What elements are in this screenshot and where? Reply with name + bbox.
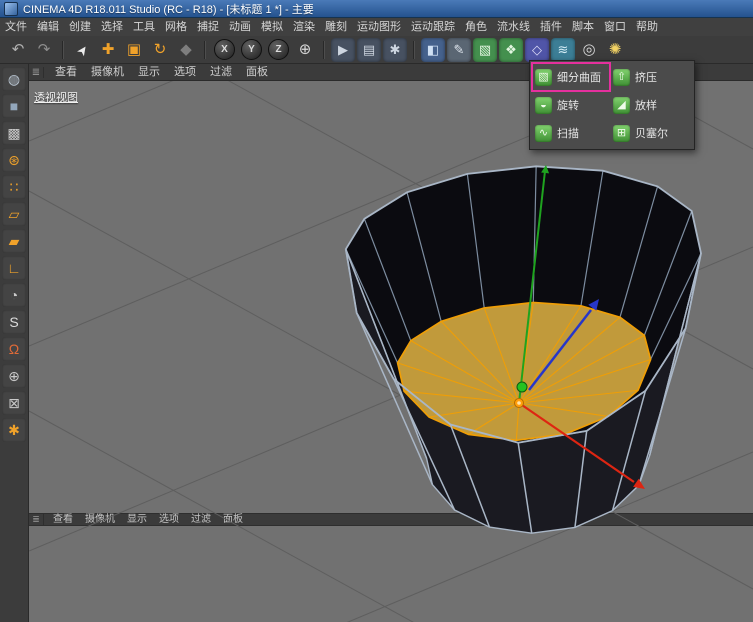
workplane-snap-icon[interactable]: ⊕ <box>2 364 26 388</box>
scale-tool-icon[interactable]: ▣ <box>122 38 146 62</box>
menu-bar: 文件 编辑 创建 选择 工具 网格 捕捉 动画 模拟 渲染 雕刻 运动图形 运动… <box>0 18 753 37</box>
viewport-menu-item[interactable]: 查看 <box>48 64 84 81</box>
loft-icon: ◢ <box>613 97 630 114</box>
undo-icon[interactable]: ↶ <box>6 38 30 62</box>
dropdown-item-label: 细分曲面 <box>557 69 601 85</box>
menu-item[interactable]: 雕刻 <box>320 18 352 36</box>
recent-tool-icon[interactable]: ◆ <box>174 38 198 62</box>
view-label[interactable]: 透视视图 <box>34 89 78 105</box>
edges-mode-icon[interactable]: ▱ <box>2 202 26 226</box>
toolbar-separator <box>323 41 325 59</box>
x-axis-lock-button[interactable]: X <box>214 39 235 60</box>
grid-line <box>29 452 753 622</box>
subdivision-surface-icon: ▧ <box>535 69 552 86</box>
panel-menu-icon[interactable]: ≣ <box>29 67 44 78</box>
viewport-menu-item[interactable]: 面板 <box>239 64 275 81</box>
dropdown-item-label: 挤压 <box>635 69 657 85</box>
sweep-icon: ∿ <box>535 125 552 142</box>
light-icon[interactable]: ✺ <box>603 38 627 62</box>
viewport-menu-items: 查看 摄像机 显示 选项 过滤 面板 <box>48 64 275 81</box>
scene-svg[interactable] <box>29 81 753 622</box>
menu-item[interactable]: 窗口 <box>599 18 631 36</box>
coordinate-system-icon[interactable]: ⊕ <box>293 38 317 62</box>
snap-magnet-icon[interactable]: Ω <box>2 337 26 361</box>
dropdown-item-label: 放样 <box>635 97 657 113</box>
dropdown-item-label: 扫描 <box>557 125 579 141</box>
viewport-solo-icon[interactable]: ◔ <box>2 283 26 307</box>
viewport-menu-item[interactable]: 摄像机 <box>84 64 131 81</box>
menu-item[interactable]: 渲染 <box>288 18 320 36</box>
menu-item[interactable]: 网格 <box>160 18 192 36</box>
render-view-icon[interactable]: ▶ <box>331 38 355 62</box>
menu-item[interactable]: 插件 <box>535 18 567 36</box>
toolbar-separator <box>62 41 64 59</box>
extrude-icon: ⇧ <box>613 69 630 86</box>
menu-item-bezier[interactable]: ⊞ 贝塞尔 <box>610 119 688 147</box>
toolbar-separator <box>413 41 415 59</box>
menu-item-sweep[interactable]: ∿ 扫描 <box>532 119 610 147</box>
menu-item[interactable]: 角色 <box>460 18 492 36</box>
spline-pen-icon[interactable]: ✎ <box>447 38 471 62</box>
lathe-icon: ◒ <box>535 97 552 114</box>
menu-item[interactable]: 模拟 <box>256 18 288 36</box>
menu-item[interactable]: 流水线 <box>492 18 535 36</box>
title-bar: CINEMA 4D R18.011 Studio (RC - R18) - [未… <box>0 0 753 18</box>
y-axis-lock-button[interactable]: Y <box>241 39 262 60</box>
dropdown-item-label: 旋转 <box>557 97 579 113</box>
menu-item[interactable]: 选择 <box>96 18 128 36</box>
window-title: CINEMA 4D R18.011 Studio (RC - R18) - [未… <box>23 1 314 17</box>
deformers-icon[interactable]: ◇ <box>525 38 549 62</box>
menu-item[interactable]: 动画 <box>224 18 256 36</box>
menu-item-loft[interactable]: ◢ 放样 <box>610 91 688 119</box>
polygons-mode-icon[interactable]: ▰ <box>2 229 26 253</box>
make-editable-icon[interactable]: ◍ <box>2 67 26 91</box>
generators-dropdown-menu: ▧ 细分曲面 ⇧ 挤压 ◒ 旋转 ◢ 放样 ∿ 扫描 ⊞ 贝塞尔 <box>529 60 695 150</box>
rotate-tool-icon[interactable]: ↻ <box>148 38 172 62</box>
camera-icon[interactable]: ◎ <box>577 38 601 62</box>
generators-icon[interactable]: ❖ <box>499 38 523 62</box>
render-settings-icon[interactable]: ✱ <box>383 38 407 62</box>
menu-item[interactable]: 运动跟踪 <box>406 18 460 36</box>
move-tool-icon[interactable]: ✚ <box>96 38 120 62</box>
y-axis-ball-handle[interactable] <box>517 382 527 392</box>
viewport-menu-item[interactable]: 过滤 <box>203 64 239 81</box>
viewport-menu-item[interactable]: 选项 <box>167 64 203 81</box>
menu-item[interactable]: 工具 <box>128 18 160 36</box>
environment-icon[interactable]: ≋ <box>551 38 575 62</box>
lock-workplane-icon[interactable]: ⊠ <box>2 391 26 415</box>
menu-item[interactable]: 帮助 <box>631 18 663 36</box>
menu-item[interactable]: 运动图形 <box>352 18 406 36</box>
menu-item[interactable]: 编辑 <box>32 18 64 36</box>
z-axis-lock-button[interactable]: Z <box>268 39 289 60</box>
menu-item-extrude[interactable]: ⇧ 挤压 <box>610 63 688 91</box>
enable-axis-icon[interactable]: ∟ <box>2 256 26 280</box>
points-mode-icon[interactable]: ∷ <box>2 175 26 199</box>
menu-item-subdivision-surface[interactable]: ▧ 细分曲面 <box>532 63 610 91</box>
model-mode-icon[interactable]: ■ <box>2 94 26 118</box>
add-cube-icon[interactable]: ◧ <box>421 38 445 62</box>
menu-item[interactable]: 文件 <box>0 18 32 36</box>
render-picture-viewer-icon[interactable]: ▤ <box>357 38 381 62</box>
redo-icon[interactable]: ↷ <box>32 38 56 62</box>
app-icon <box>4 2 18 16</box>
modeling-settings-icon[interactable]: ✱ <box>2 418 26 442</box>
bezier-icon: ⊞ <box>613 125 630 142</box>
toolbar-separator <box>204 41 206 59</box>
workplane-mode-icon[interactable]: ⊛ <box>2 148 26 172</box>
live-selection-icon[interactable]: ➤ <box>65 33 98 66</box>
texture-mode-icon[interactable]: ▩ <box>2 121 26 145</box>
menu-item[interactable]: 脚本 <box>567 18 599 36</box>
menu-item-lathe[interactable]: ◒ 旋转 <box>532 91 610 119</box>
viewport[interactable]: ≣ 查看 摄像机 显示 选项 过滤 面板 透视视图 <box>29 81 753 622</box>
menu-item[interactable]: 捕捉 <box>192 18 224 36</box>
object-origin-core <box>517 401 521 405</box>
left-tool-palette: ◍ ■ ▩ ⊛ ∷ ▱ ▰ ∟ ◔ S Ω ⊕ ⊠ ✱ <box>0 64 29 622</box>
dropdown-item-label: 贝塞尔 <box>635 125 668 141</box>
viewport-menu-item[interactable]: 显示 <box>131 64 167 81</box>
snap-s-icon[interactable]: S <box>2 310 26 334</box>
subdivision-surface-menu-icon[interactable]: ▧ <box>473 38 497 62</box>
